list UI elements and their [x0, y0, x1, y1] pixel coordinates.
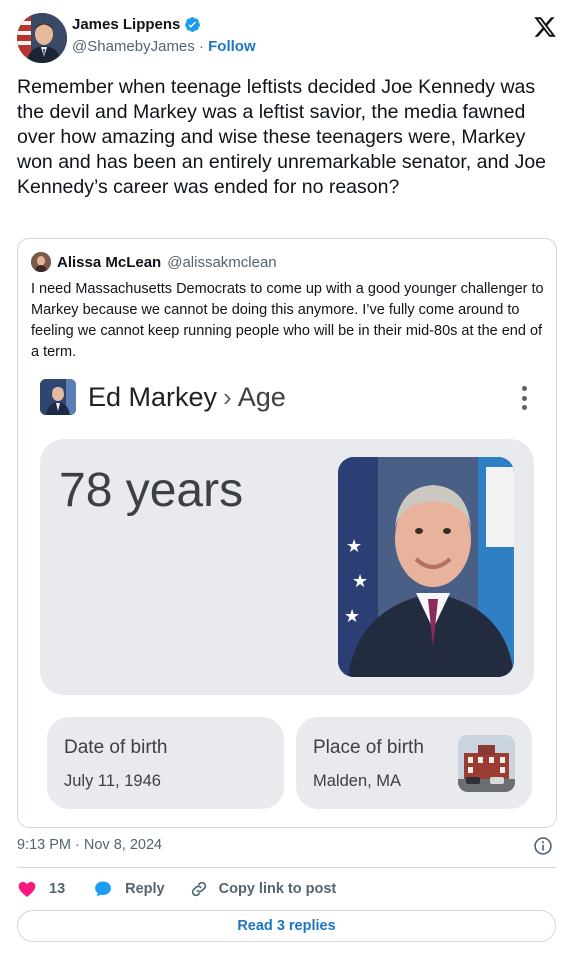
google-knowledge-panel-screenshot: Ed Markey › Age 78 years ★ ★ ★ Date of b… — [18, 367, 556, 827]
quoted-tweet[interactable]: Alissa McLean @alissakmclean I need Mass… — [17, 238, 557, 828]
place-of-birth-card: Place of birth Malden, MA — [296, 717, 532, 809]
svg-text:★: ★ — [346, 536, 362, 557]
quoted-header: Alissa McLean @alissakmclean — [31, 252, 277, 272]
svg-text:★: ★ — [344, 606, 360, 627]
tweet-text: Remember when teenage leftists decided J… — [17, 76, 547, 198]
author-handle[interactable]: @ShamebyJames — [72, 38, 195, 55]
read-replies-label: Read 3 replies — [237, 918, 336, 934]
pob-value: Malden, MA — [313, 772, 402, 790]
svg-text:★: ★ — [352, 571, 368, 592]
reply-button[interactable]: Reply — [93, 879, 165, 899]
heart-icon — [18, 881, 36, 897]
x-logo-icon[interactable] — [533, 15, 557, 39]
reply-label: Reply — [125, 881, 165, 897]
place-thumbnail — [458, 735, 515, 792]
panel-title: Ed Markey — [88, 381, 218, 412]
date-of-birth-card: Date of birth July 11, 1946 — [47, 717, 284, 809]
author-name-row[interactable]: James Lippens — [72, 16, 201, 33]
copy-link-label: Copy link to post — [218, 881, 337, 897]
author-name[interactable]: James Lippens — [72, 16, 180, 33]
panel-thumbnail — [40, 379, 76, 415]
quoted-avatar — [31, 252, 51, 272]
reply-bubble-icon — [95, 881, 112, 897]
author-handle-row: @ShamebyJames · Follow — [72, 38, 256, 55]
follow-button[interactable]: Follow — [208, 38, 256, 55]
quoted-author-handle: @alissakmclean — [167, 253, 277, 271]
age-card: 78 years ★ ★ ★ — [40, 439, 534, 695]
like-count: 13 — [49, 881, 66, 897]
divider — [17, 867, 556, 868]
panel-subtitle: Age — [237, 381, 286, 412]
verified-badge-icon — [185, 17, 201, 32]
tweet-header: James Lippens @ShamebyJames · Follow — [17, 13, 557, 65]
panel-header: Ed Markey › Age — [40, 377, 540, 417]
age-value: 78 years — [59, 464, 244, 517]
author-avatar[interactable] — [17, 13, 67, 63]
quoted-text: I need Massachusetts Democrats to come u… — [31, 281, 544, 360]
tweet-timestamp[interactable]: 9:13 PM · Nov 8, 2024 — [17, 837, 162, 853]
handle-separator: · — [198, 38, 204, 55]
link-icon — [191, 881, 206, 897]
read-replies-button[interactable]: Read 3 replies — [17, 910, 556, 942]
copy-link-button[interactable]: Copy link to post — [189, 879, 337, 899]
portrait-photo: ★ ★ ★ — [338, 457, 514, 677]
panel-breadcrumb-separator: › — [223, 381, 232, 412]
dob-label: Date of birth — [64, 737, 168, 758]
more-vert-icon — [514, 383, 534, 413]
dob-value: July 11, 1946 — [64, 772, 161, 790]
pob-label: Place of birth — [313, 737, 424, 758]
like-button[interactable]: 13 — [17, 879, 93, 899]
action-bar: 13 Reply Copy link to post — [17, 878, 336, 900]
quoted-author-name: Alissa McLean — [57, 253, 162, 271]
info-icon[interactable] — [533, 836, 553, 856]
